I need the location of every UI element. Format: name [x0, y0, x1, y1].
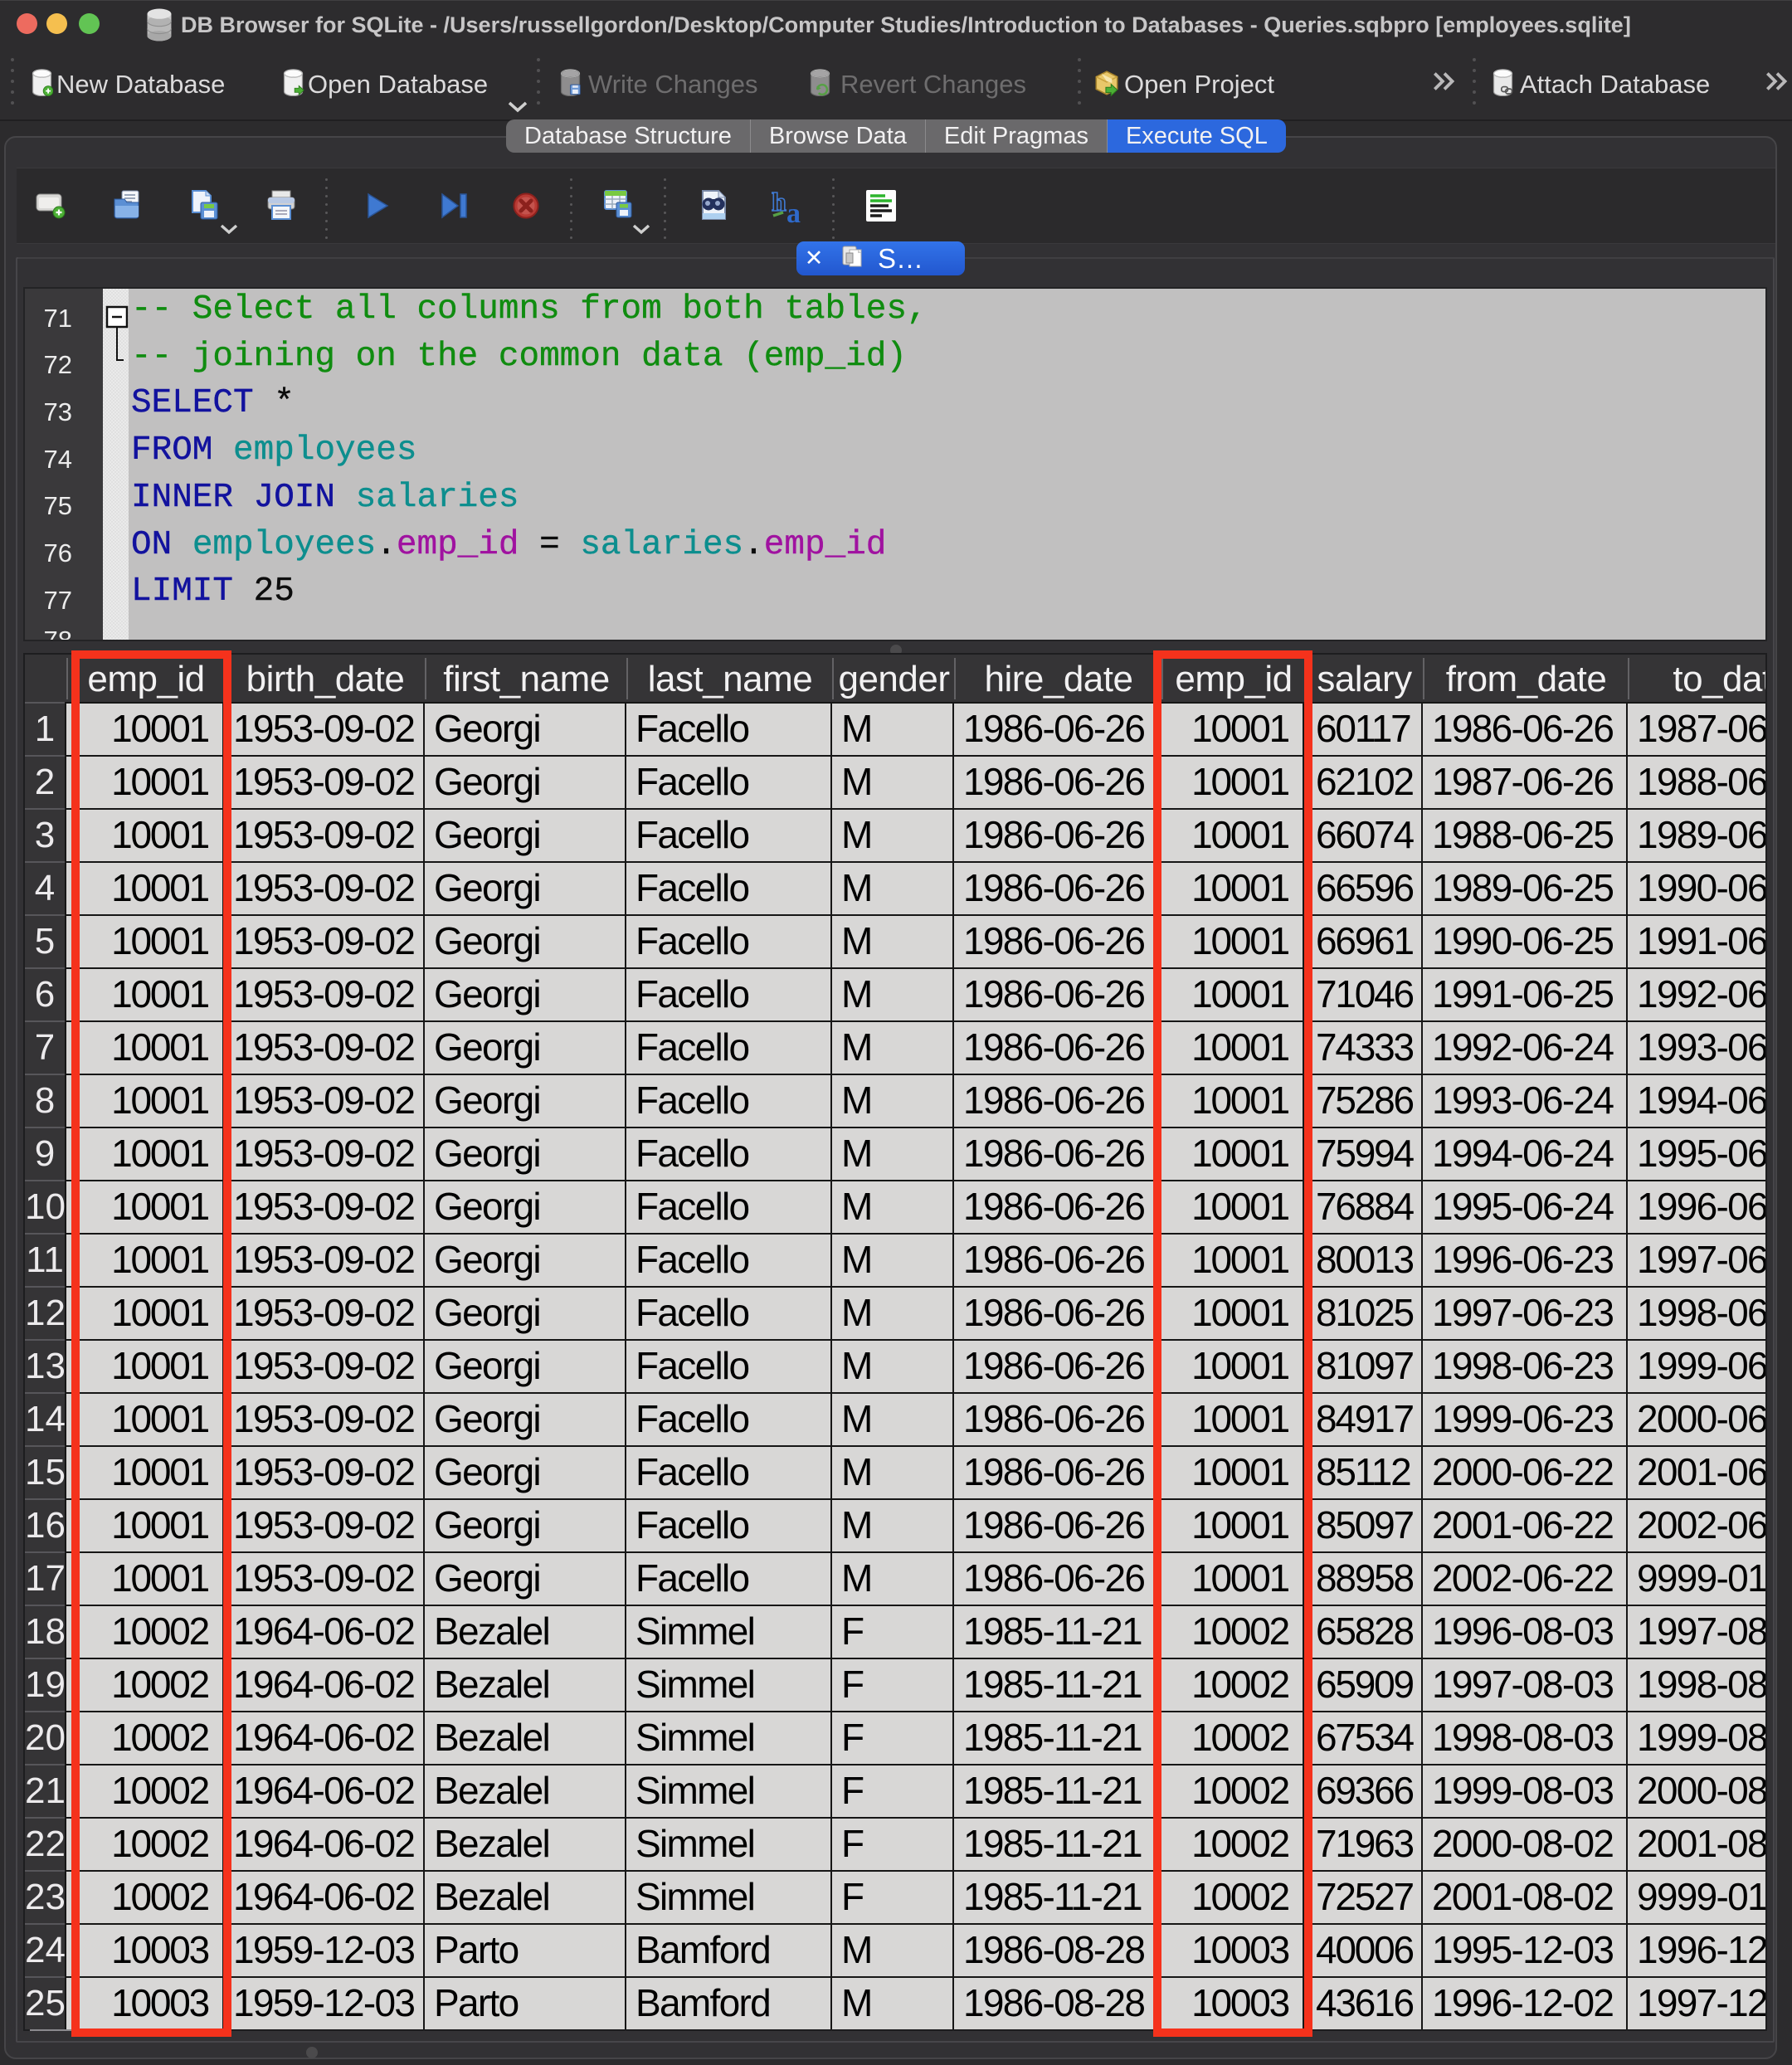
svg-text:a: a: [786, 198, 801, 224]
svg-text:h: h: [772, 188, 786, 217]
